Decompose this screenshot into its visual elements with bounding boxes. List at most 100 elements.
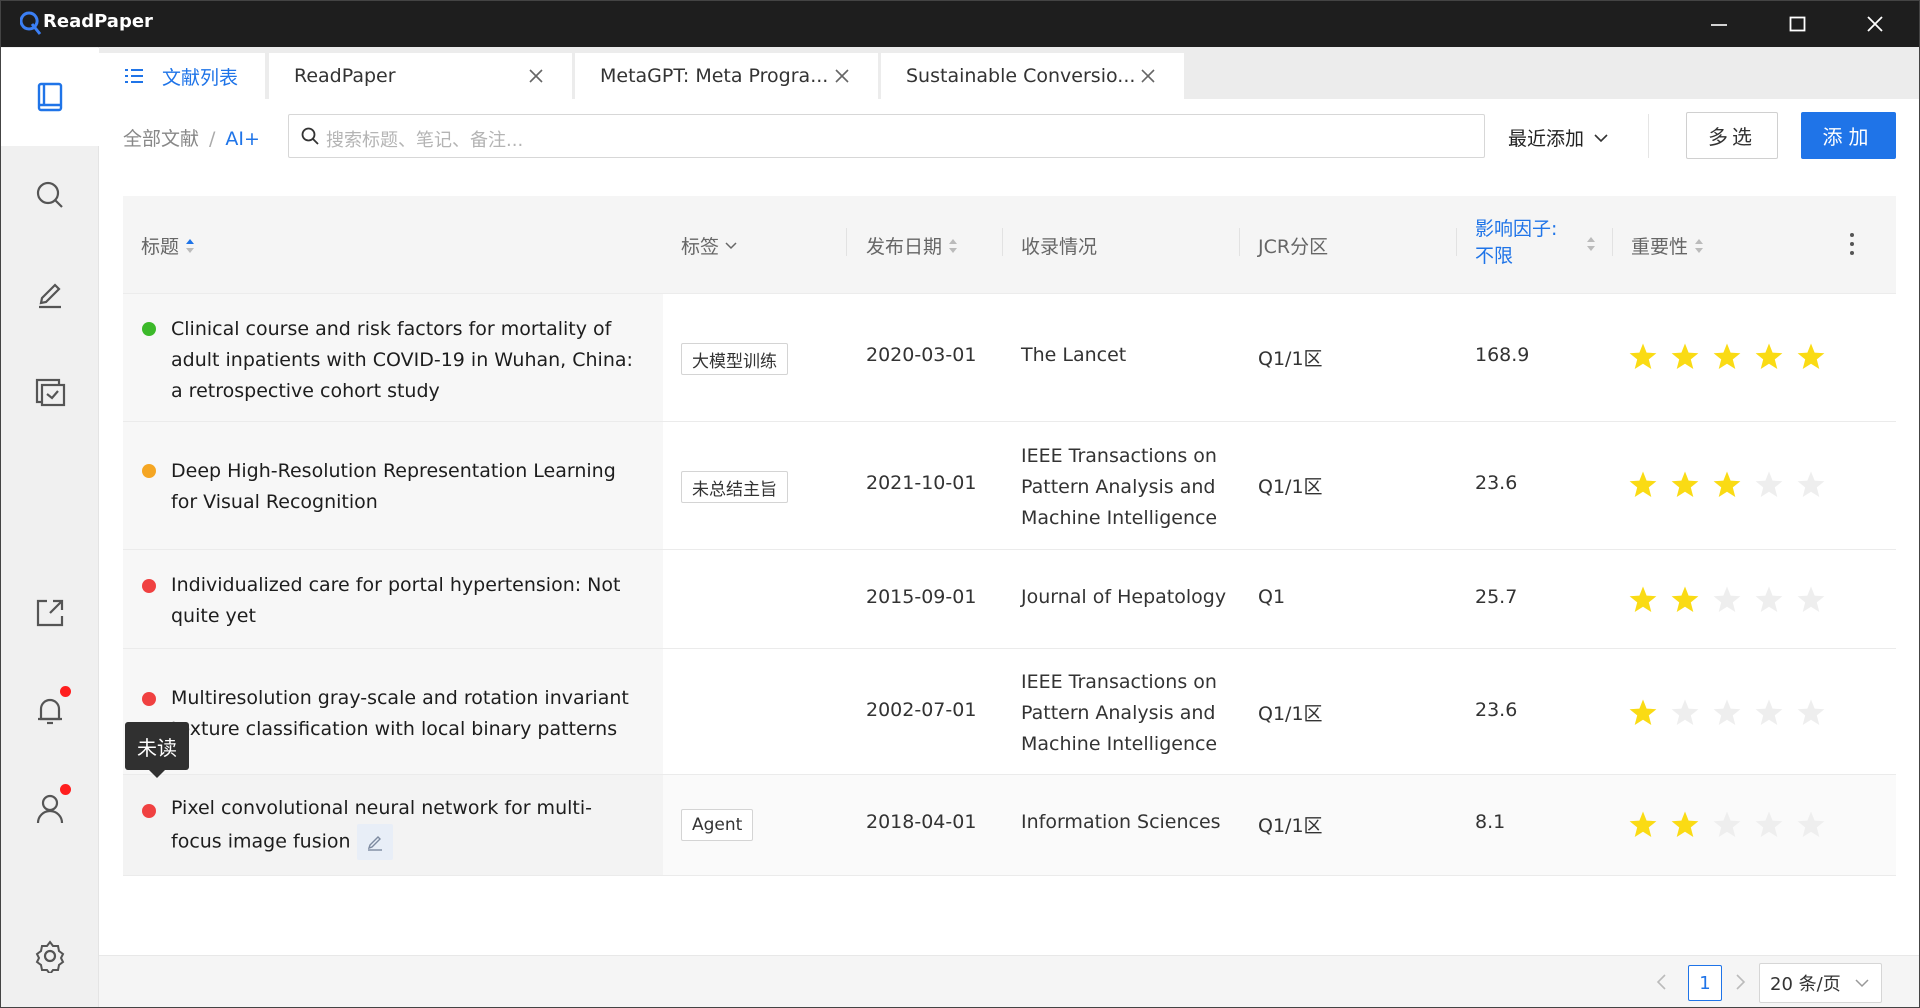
star-filled-icon[interactable] [1796, 342, 1826, 372]
add-button[interactable]: 添加 [1801, 112, 1896, 159]
title-bar: ReadPaper [0, 0, 1920, 47]
star-empty-icon[interactable] [1712, 810, 1742, 840]
tab-sustainable[interactable]: Sustainable Conversio... [881, 53, 1184, 99]
sort-icon[interactable] [1586, 236, 1596, 252]
close-window-button[interactable] [1837, 0, 1913, 47]
star-filled-icon[interactable] [1712, 342, 1742, 372]
star-filled-icon[interactable] [1628, 470, 1658, 500]
search-icon [36, 181, 63, 208]
star-filled-icon[interactable] [1754, 342, 1784, 372]
close-icon [1867, 15, 1883, 32]
table-row[interactable]: Clinical course and risk factors for mor… [123, 294, 1896, 422]
star-empty-icon[interactable] [1670, 698, 1700, 728]
close-tab-icon[interactable] [1139, 67, 1157, 85]
user-icon [36, 794, 63, 824]
chevron-down-icon [725, 241, 737, 249]
tab-library-list[interactable]: 文献列表 [99, 53, 265, 99]
app-name: ReadPaper [43, 11, 153, 32]
star-empty-icon[interactable] [1796, 698, 1826, 728]
star-empty-icon[interactable] [1754, 810, 1784, 840]
star-filled-icon[interactable] [1670, 810, 1700, 840]
star-empty-icon[interactable] [1754, 470, 1784, 500]
importance-rating[interactable] [1628, 470, 1838, 500]
paper-title[interactable]: Deep High-Resolution Representation Lear… [171, 456, 641, 518]
rail-profile[interactable] [0, 760, 99, 858]
breadcrumb-current[interactable]: AI+ [225, 128, 260, 150]
chevron-right-icon[interactable] [1731, 973, 1749, 991]
star-empty-icon[interactable] [1712, 585, 1742, 615]
rail-settings[interactable] [0, 907, 99, 1005]
table-row[interactable]: Individualized care for portal hypertens… [123, 550, 1896, 649]
impact-factor: 23.6 [1475, 472, 1518, 494]
table-row[interactable]: Multiresolution gray-scale and rotation … [123, 649, 1896, 775]
star-empty-icon[interactable] [1712, 698, 1742, 728]
journal-name: The Lancet [1021, 344, 1127, 366]
maximize-button[interactable] [1760, 0, 1836, 47]
star-empty-icon[interactable] [1754, 585, 1784, 615]
star-filled-icon[interactable] [1670, 470, 1700, 500]
page-size-select[interactable]: 20 条/页 [1759, 963, 1882, 1003]
tag-badge[interactable]: 未总结主旨 [681, 471, 788, 503]
star-filled-icon[interactable] [1628, 810, 1658, 840]
star-empty-icon[interactable] [1796, 470, 1826, 500]
column-date[interactable]: 发布日期 [866, 232, 958, 259]
edit-title-button[interactable] [356, 824, 393, 860]
status-dot[interactable] [142, 692, 156, 706]
minimize-button[interactable] [1681, 0, 1757, 47]
paper-title[interactable]: Multiresolution gray-scale and rotation … [171, 683, 641, 745]
star-filled-icon[interactable] [1628, 585, 1658, 615]
tag-badge[interactable]: Agent [681, 809, 754, 841]
star-empty-icon[interactable] [1754, 698, 1784, 728]
publish-date: 2015-09-01 [866, 586, 977, 608]
importance-rating[interactable] [1628, 810, 1838, 840]
column-importance[interactable]: 重要性 [1631, 232, 1704, 259]
status-dot[interactable] [142, 322, 156, 336]
paper-title[interactable]: Individualized care for portal hypertens… [171, 570, 641, 632]
star-empty-icon[interactable] [1796, 810, 1826, 840]
tab-metagpt[interactable]: MetaGPT: Meta Progra... [575, 53, 878, 99]
status-dot[interactable] [142, 464, 156, 478]
tab-readpaper[interactable]: ReadPaper [269, 53, 572, 99]
chevron-left-icon[interactable] [1653, 973, 1671, 991]
search-input[interactable]: 搜索标题、笔记、备注... [288, 114, 1485, 158]
column-title[interactable]: 标题 [141, 232, 195, 259]
importance-rating[interactable] [1628, 698, 1838, 728]
column-jcr-label: JCR分区 [1258, 236, 1329, 258]
column-tags[interactable]: 标签 [681, 232, 737, 259]
importance-rating[interactable] [1628, 342, 1838, 372]
page-number-current[interactable]: 1 [1688, 965, 1722, 1001]
table-row[interactable]: Pixel convolutional neural network for m… [123, 775, 1896, 876]
multi-select-button[interactable]: 多选 [1686, 112, 1778, 159]
star-filled-icon[interactable] [1712, 470, 1742, 500]
status-tooltip: 未读 [125, 722, 189, 778]
sort-dropdown[interactable]: 最近添加 [1508, 124, 1608, 151]
status-dot[interactable] [142, 579, 156, 593]
list-icon [125, 69, 143, 83]
journal-name: IEEE Transactions on Pattern Analysis an… [1021, 671, 1218, 755]
rail-inbox[interactable] [0, 343, 99, 441]
close-tab-icon[interactable] [527, 67, 545, 85]
rail-library[interactable] [0, 48, 99, 146]
tab-label: Sustainable Conversio... [906, 65, 1136, 87]
export-icon [36, 599, 63, 627]
impact-factor-label: 影响因子: [1475, 218, 1558, 240]
rail-export[interactable] [0, 564, 99, 662]
close-tab-icon[interactable] [833, 67, 851, 85]
breadcrumb-root[interactable]: 全部文献 [123, 128, 199, 150]
importance-rating[interactable] [1628, 585, 1838, 615]
star-filled-icon[interactable] [1628, 698, 1658, 728]
star-filled-icon[interactable] [1670, 585, 1700, 615]
star-empty-icon[interactable] [1796, 585, 1826, 615]
table-row[interactable]: Deep High-Resolution Representation Lear… [123, 422, 1896, 550]
rail-notifications[interactable] [0, 662, 99, 760]
rail-search[interactable] [0, 146, 99, 244]
tag-badge[interactable]: 大模型训练 [681, 343, 788, 375]
column-impact-factor[interactable]: 影响因子: 不限 [1475, 216, 1557, 270]
star-filled-icon[interactable] [1670, 342, 1700, 372]
paper-title[interactable]: Clinical course and risk factors for mor… [171, 314, 641, 407]
star-filled-icon[interactable] [1628, 342, 1658, 372]
rail-notes[interactable] [0, 244, 99, 342]
paper-title[interactable]: Pixel convolutional neural network for m… [171, 793, 641, 860]
more-options-icon[interactable] [1846, 230, 1858, 258]
status-dot[interactable] [142, 804, 156, 818]
